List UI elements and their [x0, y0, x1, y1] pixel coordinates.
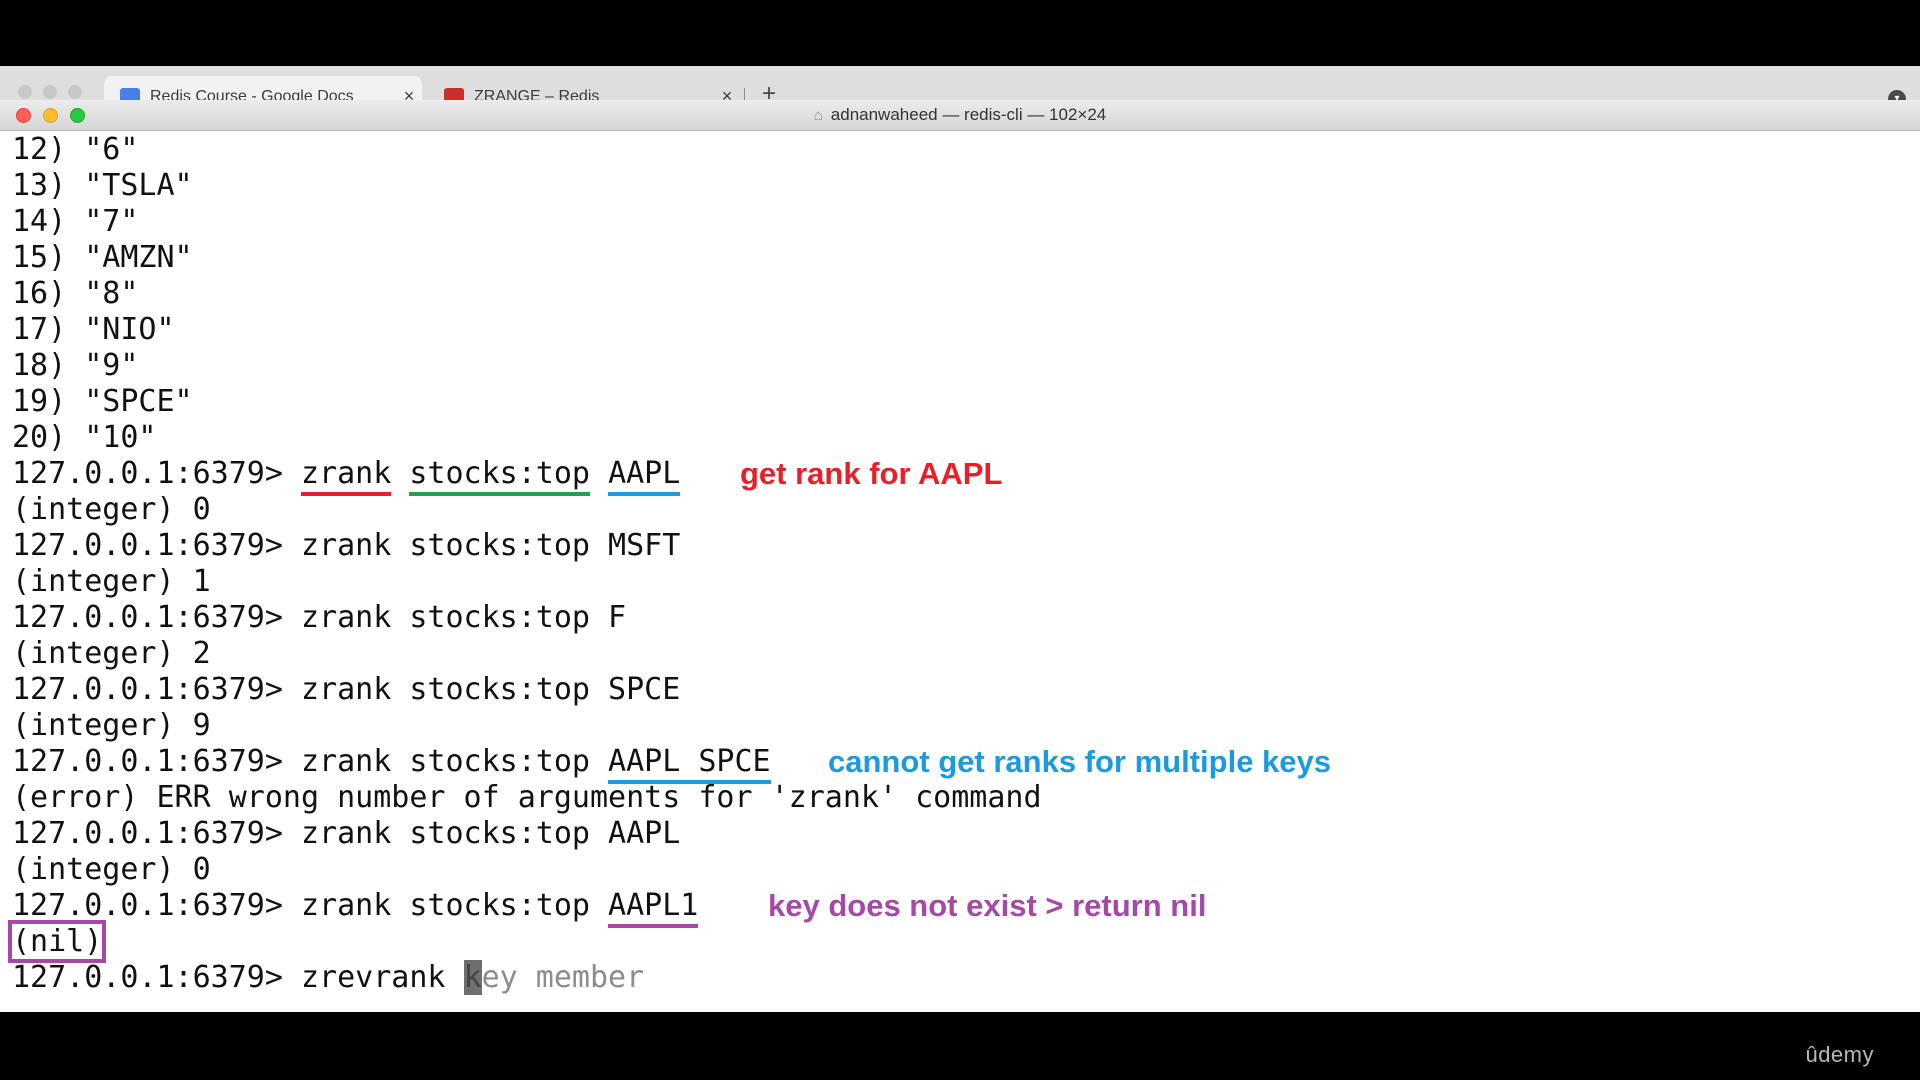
result-line: (integer) 0 [12, 492, 211, 527]
window-titlebar: ⌂ adnanwaheed — redis-cli — 102×24 [0, 100, 1920, 131]
browser-tab-bar: Redis Course - Google Docs × ZRANGE – Re… [0, 66, 1920, 108]
prompt: 127.0.0.1:6379> [12, 816, 283, 851]
prompt: 127.0.0.1:6379> [12, 960, 283, 995]
output-line: 20) "10" [12, 420, 157, 455]
command-line: 127.0.0.1:6379> zrank stocks:top MSFT [12, 528, 681, 563]
command-line: 127.0.0.1:6379> zrank stocks:top AAPL1 [12, 888, 699, 928]
command-line: 127.0.0.1:6379> zrank stocks:top AAPL [12, 456, 681, 496]
annotation-get-rank: get rank for AAPL [740, 456, 1003, 491]
background-window-controls [18, 85, 82, 99]
output-line: 17) "NIO" [12, 312, 175, 347]
command-line: 127.0.0.1:6379> zrank stocks:top F [12, 600, 627, 635]
nil-line: (nil) [7, 920, 107, 963]
command-zrank: zrank [301, 456, 392, 496]
command-line: 127.0.0.1:6379> zrank stocks:top AAPL [12, 816, 681, 851]
output-line: 15) "AMZN" [12, 240, 193, 275]
command-member: AAPL1 [608, 888, 699, 928]
current-command-line[interactable]: 127.0.0.1:6379> zrevrank key member [12, 960, 644, 996]
output-line: 19) "SPCE" [12, 384, 193, 419]
window-title-text: adnanwaheed — redis-cli — 102×24 [830, 105, 1107, 124]
prompt: 127.0.0.1:6379> [12, 888, 283, 923]
udemy-watermark: ûdemy [1805, 1042, 1874, 1067]
output-line: 14) "7" [12, 204, 139, 239]
current-command: zrevrank [301, 960, 446, 995]
home-icon: ⌂ [813, 107, 823, 124]
terminal-content[interactable]: 12) "6" 13) "TSLA" 14) "7" 15) "AMZN" 16… [0, 132, 1920, 1012]
result-line: (integer) 0 [12, 852, 211, 887]
nil-highlight: (nil) [7, 920, 107, 963]
prompt: 127.0.0.1:6379> [12, 528, 283, 563]
annotation-nil: key does not exist > return nil [768, 888, 1207, 923]
command-member: AAPL [608, 456, 681, 496]
output-line: 18) "9" [12, 348, 139, 383]
command-line: 127.0.0.1:6379> zrank stocks:top AAPL SP… [12, 744, 771, 784]
command-key: stocks:top [409, 456, 590, 496]
result-line: (integer) 1 [12, 564, 211, 599]
result-line: (integer) 2 [12, 636, 211, 671]
error-line: (error) ERR wrong number of arguments fo… [12, 780, 1042, 815]
prompt: 127.0.0.1:6379> [12, 456, 283, 491]
prompt: 127.0.0.1:6379> [12, 600, 283, 635]
prompt: 127.0.0.1:6379> [12, 672, 283, 707]
result-line: (integer) 9 [12, 708, 211, 743]
output-line: 16) "8" [12, 276, 139, 311]
annotation-multiple-keys: cannot get ranks for multiple keys [828, 744, 1332, 779]
command-line: 127.0.0.1:6379> zrank stocks:top SPCE [12, 672, 681, 707]
text-cursor: k [463, 960, 482, 995]
command-hint: ey member [481, 960, 645, 995]
output-line: 13) "TSLA" [12, 168, 193, 203]
output-line: 12) "6" [12, 132, 139, 167]
prompt: 127.0.0.1:6379> [12, 744, 283, 779]
window-title: ⌂ adnanwaheed — redis-cli — 102×24 [0, 100, 1920, 130]
terminal-window: Redis Course - Google Docs × ZRANGE – Re… [0, 66, 1920, 1012]
video-bottom-bar [0, 1012, 1920, 1080]
command-members: AAPL SPCE [608, 744, 771, 784]
